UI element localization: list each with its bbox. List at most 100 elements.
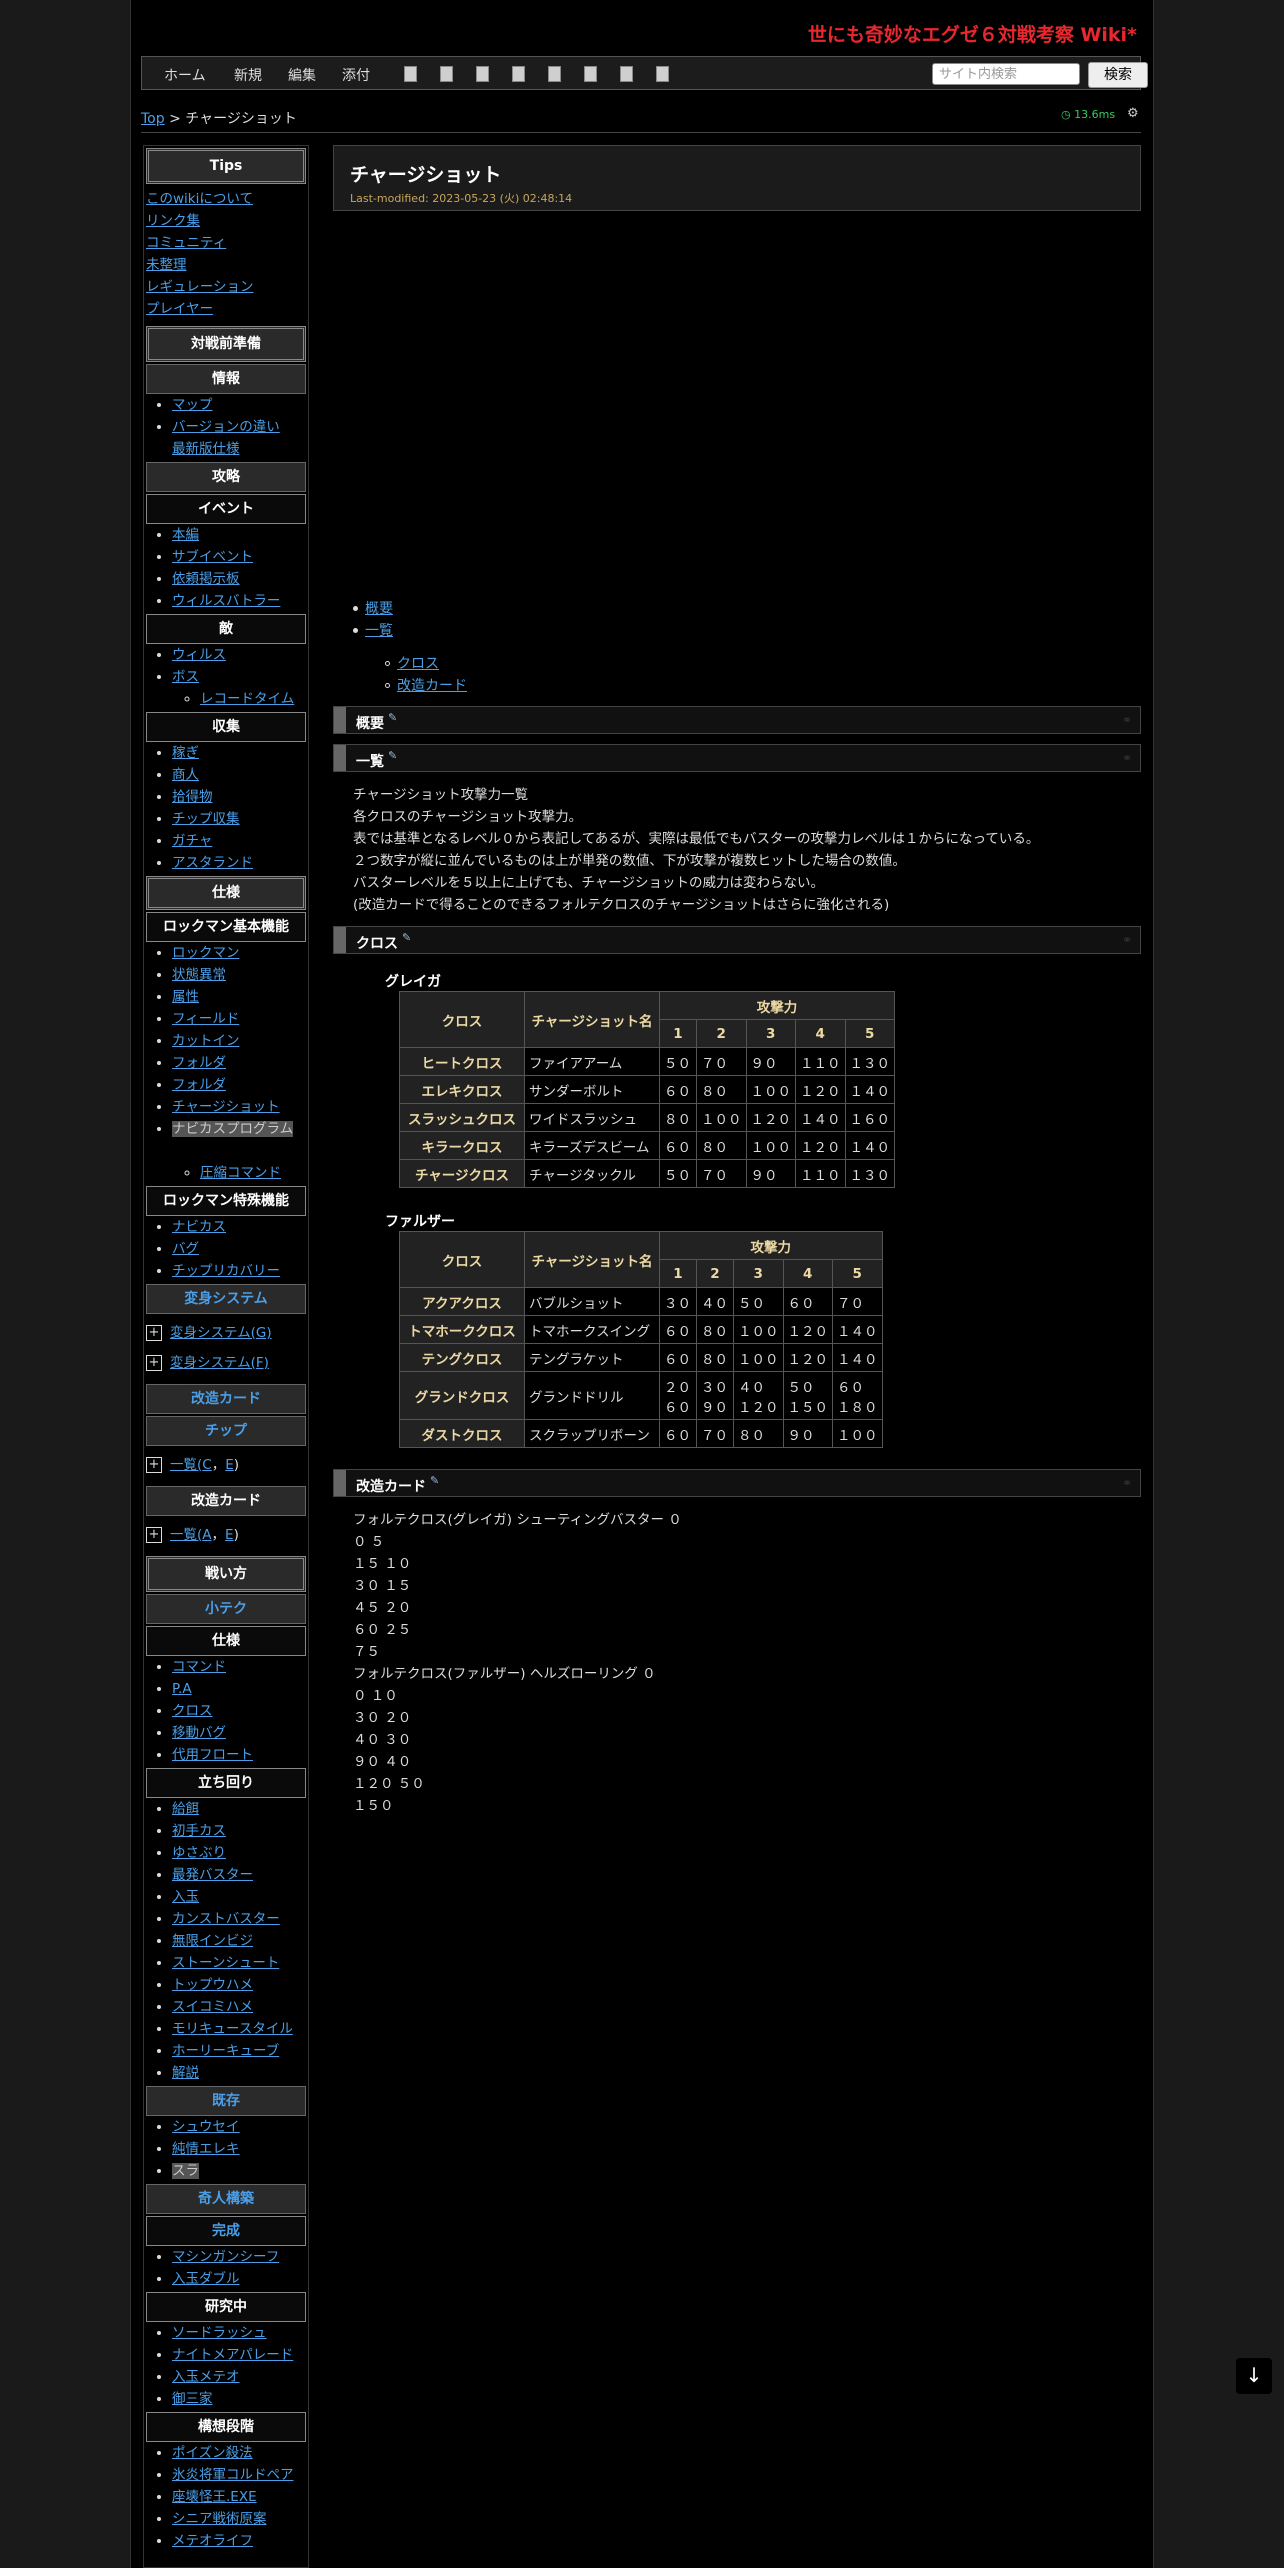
sidebar-heading-existing[interactable]: 既存	[146, 2086, 306, 2116]
sidebar-link[interactable]: ストーンシュート	[172, 1955, 279, 1971]
sidebar-link[interactable]: レギュレーション	[146, 276, 308, 298]
sidebar-link[interactable]: ホーリーキューブ	[172, 2043, 279, 2059]
sidebar-link[interactable]: ガチャ	[172, 833, 212, 849]
sidebar-link[interactable]: カットイン	[172, 1033, 240, 1049]
sidebar-link[interactable]: シニア戦術原案	[172, 2511, 267, 2527]
sidebar-link[interactable]: モリキュースタイル	[172, 2021, 293, 2037]
sidebar-link[interactable]: バージョンの違い	[172, 419, 280, 435]
sidebar-link[interactable]: 入玉ダブル	[172, 2271, 240, 2287]
sidebar-link[interactable]: ゆさぶり	[172, 1845, 226, 1861]
sidebar-link[interactable]: カンストバスター	[172, 1911, 280, 1927]
sidebar-link[interactable]: クロス	[172, 1703, 213, 1719]
sidebar-link[interactable]: トップウハメ	[172, 1977, 253, 1993]
sidebar-link[interactable]: 一覧(	[170, 1457, 202, 1473]
sidebar-link[interactable]: ロックマン	[172, 945, 240, 961]
sidebar-link[interactable]: 給餌	[172, 1801, 199, 1817]
sidebar-link[interactable]: 依頼掲示板	[172, 571, 240, 587]
expand-plus-icon[interactable]: +	[146, 1527, 162, 1543]
sidebar-link[interactable]: バグ	[172, 1241, 199, 1257]
sidebar-link[interactable]: ナイトメアパレード	[172, 2347, 293, 2363]
search-input[interactable]: サイト内検索	[932, 63, 1080, 85]
breadcrumb-top-link[interactable]: Top	[141, 111, 165, 127]
expander-transform-g[interactable]: + 変身システム(G)	[144, 1318, 308, 1348]
permalink-icon[interactable]: ⚭	[1122, 933, 1132, 947]
sidebar-heading-chip[interactable]: チップ	[146, 1416, 306, 1446]
sidebar-link[interactable]: E	[225, 1527, 234, 1543]
menu-new[interactable]: 新規	[234, 65, 262, 85]
search-button[interactable]: 検索	[1088, 62, 1148, 88]
gear-icon[interactable]: ⚙	[1127, 106, 1139, 121]
sidebar-link[interactable]: 拾得物	[172, 789, 213, 805]
sidebar-link[interactable]: アスタランド	[172, 855, 253, 871]
edit-pencil-icon[interactable]: ✎	[388, 749, 397, 762]
list-icon[interactable]	[404, 66, 417, 82]
sidebar-link[interactable]: チップ収集	[172, 811, 240, 827]
sidebar-link[interactable]: 属性	[172, 989, 199, 1005]
sidebar-link[interactable]: ポイズン殺法	[172, 2445, 253, 2461]
sidebar-link[interactable]: ソードラッシュ	[172, 2325, 267, 2341]
sidebar-link[interactable]: フォルダ	[172, 1055, 226, 1071]
sidebar-link[interactable]: P.A	[172, 1681, 192, 1697]
sidebar-link[interactable]: A	[202, 1527, 211, 1543]
toc-link[interactable]: 一覧	[365, 620, 393, 640]
sidebar-link[interactable]: C	[202, 1457, 211, 1473]
sidebar-link[interactable]: 入玉メテオ	[172, 2369, 240, 2385]
sidebar-link[interactable]: 変身システム(F)	[170, 1355, 269, 1371]
expander-chip-list[interactable]: + 一覧(C，E)	[144, 1450, 308, 1480]
sidebar-link[interactable]: 座壊怪王.EXE	[172, 2489, 257, 2505]
edit-pencil-icon[interactable]: ✎	[388, 711, 397, 724]
sidebar-link[interactable]: マップ	[172, 397, 213, 413]
sidebar-link[interactable]: 本編	[172, 527, 199, 543]
sidebar-heading-transform[interactable]: 変身システム	[146, 1284, 306, 1314]
backup-icon[interactable]	[548, 66, 561, 82]
edit-pencil-icon[interactable]: ✎	[402, 931, 411, 944]
sidebar-link[interactable]: プレイヤー	[146, 298, 308, 320]
rename-icon[interactable]	[620, 66, 633, 82]
sidebar-link[interactable]: リンク集	[146, 210, 308, 232]
site-title[interactable]: 世にも奇妙なエグゼ６対戦考察 Wiki*	[808, 20, 1137, 47]
sidebar-link[interactable]: フィールド	[172, 1011, 239, 1027]
permalink-icon[interactable]: ⚭	[1122, 1476, 1132, 1490]
sidebar-link[interactable]: 圧縮コマンド	[200, 1165, 281, 1181]
expand-plus-icon[interactable]: +	[146, 1355, 162, 1371]
sidebar-link[interactable]: 最発バスター	[172, 1867, 253, 1883]
sidebar-link[interactable]: ボス	[172, 669, 199, 685]
sidebar-link[interactable]: 状態異常	[172, 967, 226, 983]
sidebar-link[interactable]: スラ	[172, 2163, 199, 2179]
sidebar-link[interactable]: 純情エレキ	[172, 2141, 240, 2157]
toc-link[interactable]: クロス	[397, 653, 439, 673]
sidebar-link[interactable]: フォルダ	[172, 1077, 226, 1093]
expander-kaizo-list[interactable]: + 一覧(A，E)	[144, 1520, 308, 1550]
sidebar-link[interactable]: ウィルスバトラー	[172, 593, 280, 609]
sidebar-link[interactable]: ナビカス	[172, 1219, 226, 1235]
sidebar-link-current[interactable]: ナビカスプログラム	[172, 1121, 294, 1137]
menu-edit[interactable]: 編集	[288, 65, 316, 85]
copy-icon[interactable]	[584, 66, 597, 82]
sidebar-heading-technique[interactable]: 小テク	[146, 1594, 306, 1624]
edit-pencil-icon[interactable]: ✎	[430, 1474, 439, 1487]
sidebar-link[interactable]: チャージショット	[172, 1099, 280, 1115]
toc-link[interactable]: 概要	[365, 598, 393, 618]
sidebar-link[interactable]: 代用フロート	[172, 1747, 253, 1763]
page-list-icon[interactable]	[440, 66, 453, 82]
toc-link[interactable]: 改造カード	[397, 675, 467, 695]
permalink-icon[interactable]: ⚭	[1122, 751, 1132, 765]
sidebar-link[interactable]: ウィルス	[172, 647, 226, 663]
expand-plus-icon[interactable]: +	[146, 1457, 162, 1473]
sidebar-link[interactable]: 商人	[172, 767, 199, 783]
sidebar-heading-build[interactable]: 奇人構築	[146, 2184, 306, 2214]
sidebar-link[interactable]: シュウセイ	[172, 2119, 240, 2135]
sidebar-link[interactable]: 氷炎将軍コルドペア	[172, 2467, 294, 2483]
sidebar-link[interactable]: 御三家	[172, 2391, 213, 2407]
sidebar-link[interactable]: マシンガンシーフ	[172, 2249, 279, 2265]
permalink-icon[interactable]: ⚭	[1122, 713, 1132, 727]
sidebar-link[interactable]: 解説	[172, 2065, 199, 2081]
sidebar-link[interactable]: 変身システム(G)	[170, 1325, 272, 1341]
sidebar-link[interactable]: 一覧(	[170, 1527, 202, 1543]
expander-transform-f[interactable]: + 変身システム(F)	[144, 1348, 308, 1378]
scroll-down-arrow-icon[interactable]: ↓	[1236, 2358, 1272, 2394]
sidebar-heading-kaizo[interactable]: 改造カード	[146, 1384, 306, 1414]
sidebar-link[interactable]: チップリカバリー	[172, 1263, 280, 1279]
recent-changes-icon[interactable]	[476, 66, 489, 82]
sidebar-link[interactable]: コマンド	[172, 1659, 226, 1675]
